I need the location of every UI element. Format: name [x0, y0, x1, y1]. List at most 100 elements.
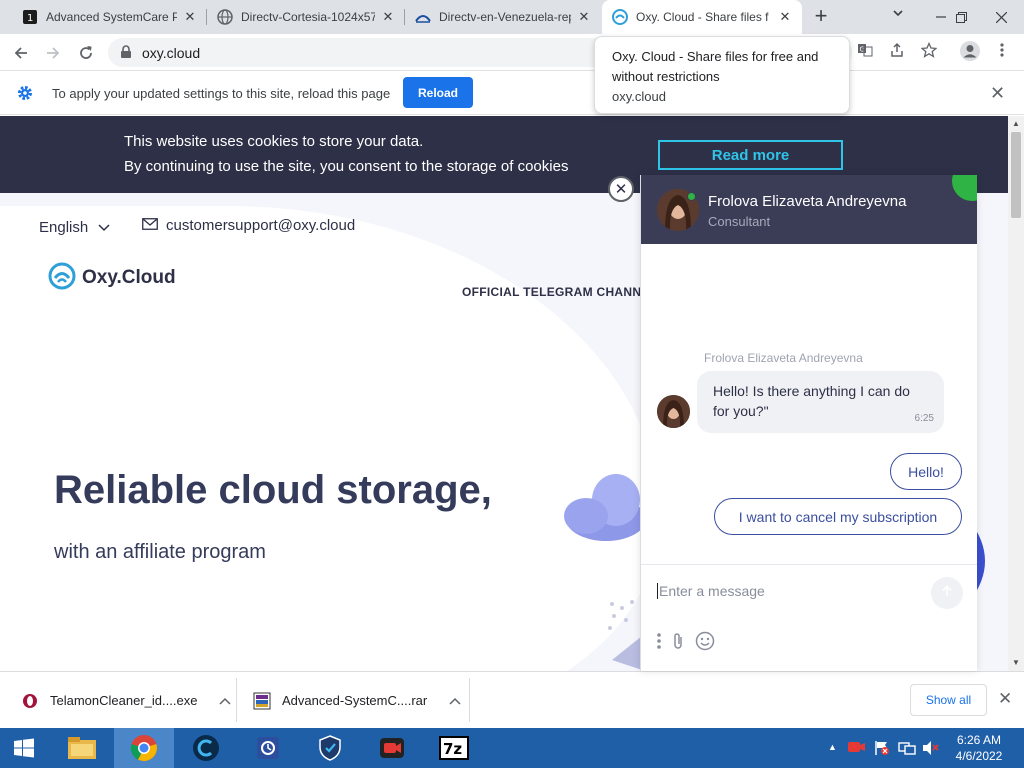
scrollbar-thumb[interactable]: [1011, 132, 1021, 218]
hero-subtitle: with an affiliate program: [54, 541, 266, 563]
send-message-button[interactable]: [931, 577, 963, 609]
logo-text: Oxy.Cloud: [82, 266, 176, 288]
oxy-cloud-icon: [612, 9, 628, 25]
close-icon[interactable]: ✕: [778, 9, 792, 25]
chevron-up-icon[interactable]: [219, 694, 231, 708]
close-icon[interactable]: ✕: [577, 9, 591, 25]
download-filename: TelamonCleaner_id....exe: [50, 693, 198, 708]
taskbar-clock[interactable]: 6:26 AM 4/6/2022: [946, 732, 1012, 764]
bookmark-star-icon[interactable]: [920, 41, 938, 60]
shield-icon[interactable]: [300, 728, 360, 768]
emoji-smiley-icon[interactable]: [695, 631, 715, 654]
restore-icon[interactable]: [940, 0, 982, 34]
reload-button[interactable]: Reload: [403, 77, 473, 108]
hero-title: Reliable cloud storage,: [54, 468, 492, 512]
7zip-icon[interactable]: 7z: [424, 728, 484, 768]
tab-directv-venezuela[interactable]: Directv-en-Venezuela-rep ✕: [405, 0, 601, 34]
decorative-triangle: [612, 636, 642, 671]
chat-close-button[interactable]: ✕: [608, 176, 634, 202]
incoming-message-bubble: Hello! Is there anything I can do for yo…: [697, 371, 944, 433]
kebab-menu-icon[interactable]: [993, 42, 1011, 60]
chrome-icon[interactable]: [114, 728, 174, 768]
more-options-icon[interactable]: [657, 632, 661, 653]
message-sender-name: Frolova Elizaveta Andreyevna: [704, 351, 863, 365]
chevron-down-icon: [98, 219, 110, 236]
tray-expand-arrow-icon[interactable]: ▲: [828, 742, 837, 752]
gear-icon: [16, 84, 34, 105]
language-selector[interactable]: English: [39, 219, 110, 236]
scroll-down-arrow-icon[interactable]: ▼: [1012, 658, 1020, 667]
close-icon[interactable]: ✕: [183, 9, 197, 25]
address-url: oxy.cloud: [142, 45, 201, 61]
system-restore-icon[interactable]: [238, 728, 298, 768]
clock-time: 6:26 AM: [956, 733, 1002, 747]
download-bar: TelamonCleaner_id....exe Advanced-System…: [0, 671, 1024, 728]
clock-date: 4/6/2022: [955, 749, 1003, 763]
directv-icon: [415, 9, 431, 25]
read-more-button[interactable]: Read more: [658, 140, 843, 170]
quick-reply-cancel-subscription[interactable]: I want to cancel my subscription: [714, 498, 962, 535]
back-arrow-icon[interactable]: [8, 40, 34, 66]
forward-arrow-icon[interactable]: [40, 40, 66, 66]
show-all-downloads-button[interactable]: Show all: [910, 684, 987, 716]
tab-label: Oxy. Cloud - Share files f: [636, 10, 769, 24]
message-text: Hello! Is there anything I can do for yo…: [713, 383, 910, 419]
settings-infobar: To apply your updated settings to this s…: [0, 71, 1024, 115]
tray-network-icon[interactable]: [898, 740, 916, 759]
chat-message-input[interactable]: Enter a message: [657, 583, 917, 599]
oxy-cloud-logo[interactable]: Oxy.Cloud: [48, 262, 176, 293]
support-email-link[interactable]: customersupport@oxy.cloud: [142, 217, 355, 234]
tray-flag-alert-icon[interactable]: [874, 740, 890, 759]
rar-archive-icon: [252, 691, 272, 711]
mail-icon: [142, 217, 158, 234]
file-explorer-icon[interactable]: [52, 728, 112, 768]
cookie-text-line-2: By continuing to use the site, you conse…: [124, 158, 569, 175]
agent-name: Frolova Elizaveta Andreyevna: [708, 193, 907, 210]
download-item-telamon[interactable]: TelamonCleaner_id....exe: [20, 672, 231, 729]
chat-widget: Frolova Elizaveta Andreyevna Consultant …: [640, 175, 977, 671]
cloud-illustration-icon: [556, 464, 646, 557]
tab-advanced-systemcare[interactable]: 1 Advanced SystemCare Pr ✕: [12, 0, 207, 34]
profile-avatar-icon[interactable]: [959, 40, 981, 62]
tray-recorder-icon[interactable]: [848, 740, 866, 757]
globe-icon: [217, 9, 233, 25]
ccleaner-icon[interactable]: [176, 728, 236, 768]
telegram-channel-link[interactable]: OFFICIAL TELEGRAM CHANN: [462, 285, 641, 299]
tab-label: Directv-en-Venezuela-rep: [439, 10, 571, 24]
new-tab-button[interactable]: +: [808, 4, 834, 30]
download-item-advanced-systemcare[interactable]: Advanced-SystemC....rar: [252, 672, 461, 729]
svg-text:1: 1: [27, 13, 33, 24]
message-timestamp: 6:25: [914, 413, 934, 424]
svg-text:7z: 7z: [443, 740, 462, 758]
tab-oxy-cloud[interactable]: Oxy. Cloud - Share files f ✕: [602, 0, 802, 34]
chevron-down-icon[interactable]: [888, 7, 908, 27]
page-scrollbar[interactable]: ▲ ▼: [1008, 116, 1024, 671]
scroll-up-arrow-icon[interactable]: ▲: [1012, 119, 1020, 128]
translate-icon[interactable]: G: [856, 42, 874, 60]
screen-recorder-icon[interactable]: [362, 728, 422, 768]
windows-start-icon[interactable]: [0, 728, 48, 768]
share-icon[interactable]: [888, 42, 906, 60]
close-icon[interactable]: ✕: [381, 9, 395, 25]
chevron-up-icon[interactable]: [449, 694, 461, 708]
chat-divider: [641, 564, 977, 565]
close-icon[interactable]: ✕: [998, 689, 1012, 709]
reload-icon[interactable]: [73, 40, 99, 66]
quick-reply-hello[interactable]: Hello!: [890, 453, 962, 490]
close-icon[interactable]: ✕: [990, 83, 1005, 104]
tab-directv-cortesia[interactable]: Directv-Cortesia-1024x57 ✕: [207, 0, 405, 34]
attachment-paperclip-icon[interactable]: [671, 631, 685, 654]
message-avatar: [657, 395, 690, 428]
download-separator: [236, 678, 237, 722]
lock-icon[interactable]: [120, 45, 132, 62]
chat-header: Frolova Elizaveta Andreyevna Consultant: [641, 175, 977, 244]
decorative-dots: [608, 600, 638, 633]
window-close-icon[interactable]: [978, 0, 1024, 34]
tab-hover-card: Oxy. Cloud - Share files for free and wi…: [594, 36, 850, 114]
iobit-icon: 1: [22, 9, 38, 25]
send-arrow-icon: [941, 584, 953, 602]
support-email: customersupport@oxy.cloud: [166, 217, 356, 234]
download-separator: [469, 678, 470, 722]
tray-volume-muted-icon[interactable]: [922, 740, 940, 759]
cookie-text-line-1: This website uses cookies to store your …: [124, 133, 424, 150]
